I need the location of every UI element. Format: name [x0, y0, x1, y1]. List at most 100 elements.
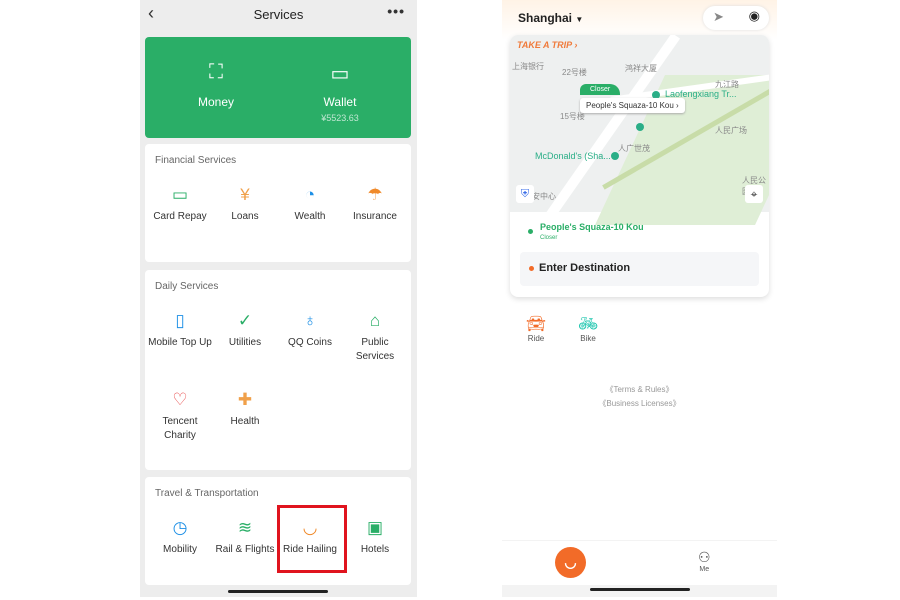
bike-service[interactable]: 🚲︎ Bike [568, 314, 608, 343]
locate-icon[interactable]: ⌖ [745, 185, 763, 203]
top-buttons: ➤ ◉ [703, 6, 769, 30]
map-label: 人广世茂 [618, 144, 650, 153]
service-item[interactable]: ✓ Utilities [212, 310, 278, 350]
ride-service[interactable]: 🚘︎ Ride [516, 314, 556, 343]
pickup-bubble[interactable]: People's Squaza-10 Kou › [580, 98, 685, 113]
didi-logo-icon[interactable]: ◡ [555, 547, 586, 578]
take-a-trip-link[interactable]: TAKE A TRIP › [517, 40, 577, 50]
money-button[interactable]: ⛶ Money [161, 61, 271, 109]
map-label: 人民广场 [715, 126, 747, 135]
service-label: Tencent Charity [162, 416, 198, 441]
more-icon[interactable]: ••• [387, 3, 405, 19]
map-label: 安中心 [532, 192, 556, 201]
rail-flights-icon: ≋ [237, 518, 253, 537]
destination-dot [529, 266, 534, 271]
service-item[interactable]: ♡ Tencent Charity [147, 389, 213, 443]
service-item[interactable]: ≋ Rail & Flights [212, 517, 278, 557]
mobility-icon: ◷ [172, 518, 188, 537]
service-label: Insurance [353, 211, 397, 222]
target-icon[interactable]: ◉ [749, 8, 760, 24]
map-label: McDonald's (Sha... [535, 151, 611, 161]
safety-shield-icon[interactable]: ⛨ [516, 185, 534, 203]
map-label: 上海银行 [512, 62, 544, 71]
city-selector[interactable]: Shanghai ▼ [518, 11, 583, 25]
wallet-button[interactable]: ▭ Wallet ¥5523.63 [285, 61, 395, 123]
ride-hailing-highlight [277, 505, 347, 573]
insurance-icon: ☂ [367, 185, 383, 204]
service-label: Hotels [360, 544, 390, 555]
bike-label: Bike [580, 334, 596, 343]
ride-screen: Shanghai ▼ ➤ ◉ 上海银行 22号楼 鸿祥大厦 九江路 15号楼 人… [502, 0, 777, 597]
mobile-top-up-icon: ▯ [175, 311, 185, 330]
service-item[interactable]: ◷ Mobility [147, 517, 213, 557]
ride-label: Ride [527, 334, 545, 343]
service-item[interactable]: ▣ Hotels [342, 517, 408, 557]
destination-input[interactable]: Enter Destination [520, 252, 759, 286]
trip-card: 上海银行 22号楼 鸿祥大厦 九江路 15号楼 人广世茂 人民广场 McDona… [510, 35, 769, 297]
service-label: Loans [231, 211, 259, 222]
money-wallet-card: ⛶ Money ▭ Wallet ¥5523.63 [145, 37, 411, 138]
terms-link[interactable]: 《Terms & Rules》 [502, 384, 777, 395]
hotels-icon: ▣ [366, 518, 384, 537]
closer-tag: Closer [580, 84, 621, 95]
map-label: 鸿祥大厦 [625, 64, 657, 73]
service-item[interactable]: ☂ Insurance [342, 184, 408, 224]
loans-icon: ¥ [240, 185, 250, 204]
daily-services-section: Daily Services ▯ Mobile Top Up ✓ Utilities ♁ Q… [145, 270, 411, 470]
licenses-link[interactable]: 《Business Licenses》 [502, 398, 777, 409]
service-label: Card Repay [153, 211, 207, 222]
wealth-icon: ◔ [304, 185, 316, 204]
me-tab[interactable]: ⚇ Me [698, 549, 711, 573]
bottom-nav: ◡ ⚇ Me [502, 540, 777, 585]
service-item[interactable]: ✚ Health [212, 389, 278, 429]
map[interactable]: 上海银行 22号楼 鸿祥大厦 九江路 15号楼 人广世茂 人民广场 McDona… [510, 35, 769, 228]
poi-pin[interactable] [611, 152, 619, 160]
home-indicator [502, 585, 777, 597]
service-label: Health [230, 416, 260, 427]
service-item[interactable]: ◔ Wealth [277, 184, 343, 224]
service-label: Mobile Top Up [148, 337, 212, 348]
caret-down-icon: ▼ [575, 15, 584, 24]
me-label: Me [699, 566, 710, 573]
car-icon: 🚘︎ [525, 316, 547, 333]
card-repay-icon: ▭ [171, 185, 189, 204]
health-icon: ✚ [237, 390, 253, 409]
qq-coins-icon: ♁ [303, 311, 317, 330]
city-name: Shanghai [518, 11, 573, 25]
services-screen: ‹ Services ••• ⛶ Money ▭ Wallet ¥5523.63… [140, 0, 417, 597]
pickup-pin[interactable] [636, 123, 644, 131]
money-label: Money [197, 95, 235, 109]
service-label: Public Services [355, 337, 395, 362]
service-label: Mobility [163, 544, 197, 555]
service-item[interactable]: ▭ Card Repay [147, 184, 213, 224]
wallet-balance: ¥5523.63 [321, 113, 359, 123]
user-icon: ⚇ [698, 549, 711, 565]
scan-check-icon: ⛶ [209, 61, 223, 83]
financial-services-section: Financial Services ▭ Card Repay ¥ Loans ◔ Weal… [145, 144, 411, 262]
pickup-dot [528, 229, 533, 234]
utilities-icon: ✓ [237, 311, 253, 330]
service-label: QQ Coins [288, 337, 332, 348]
destination-placeholder: Enter Destination [539, 262, 631, 274]
service-label: Rail & Flights [215, 544, 275, 555]
service-item[interactable]: ⌂ Public Services [342, 310, 408, 364]
pickup-tag: Closer [540, 235, 558, 241]
section-title: Daily Services [155, 281, 219, 292]
navigation-arrow-icon[interactable]: ➤ [713, 9, 724, 25]
tencent-charity-icon: ♡ [172, 390, 188, 409]
map-label: 22号楼 [562, 68, 587, 77]
pickup-location[interactable]: People's Squaza-10 Kou [540, 222, 644, 232]
page-title: Services [253, 7, 304, 22]
header: ‹ Services ••• [140, 0, 417, 30]
section-title: Financial Services [155, 155, 237, 166]
public-services-icon: ⌂ [369, 311, 381, 330]
service-item[interactable]: ¥ Loans [212, 184, 278, 224]
section-title: Travel & Transportation [155, 488, 259, 499]
service-item[interactable]: ▯ Mobile Top Up [147, 310, 213, 350]
home-indicator [228, 590, 328, 593]
wallet-label: Wallet [323, 95, 357, 109]
service-item[interactable]: ♁ QQ Coins [277, 310, 343, 350]
service-label: Utilities [228, 337, 262, 348]
wallet-icon: ▭ [330, 63, 350, 85]
bike-icon: 🚲︎ [577, 316, 599, 333]
